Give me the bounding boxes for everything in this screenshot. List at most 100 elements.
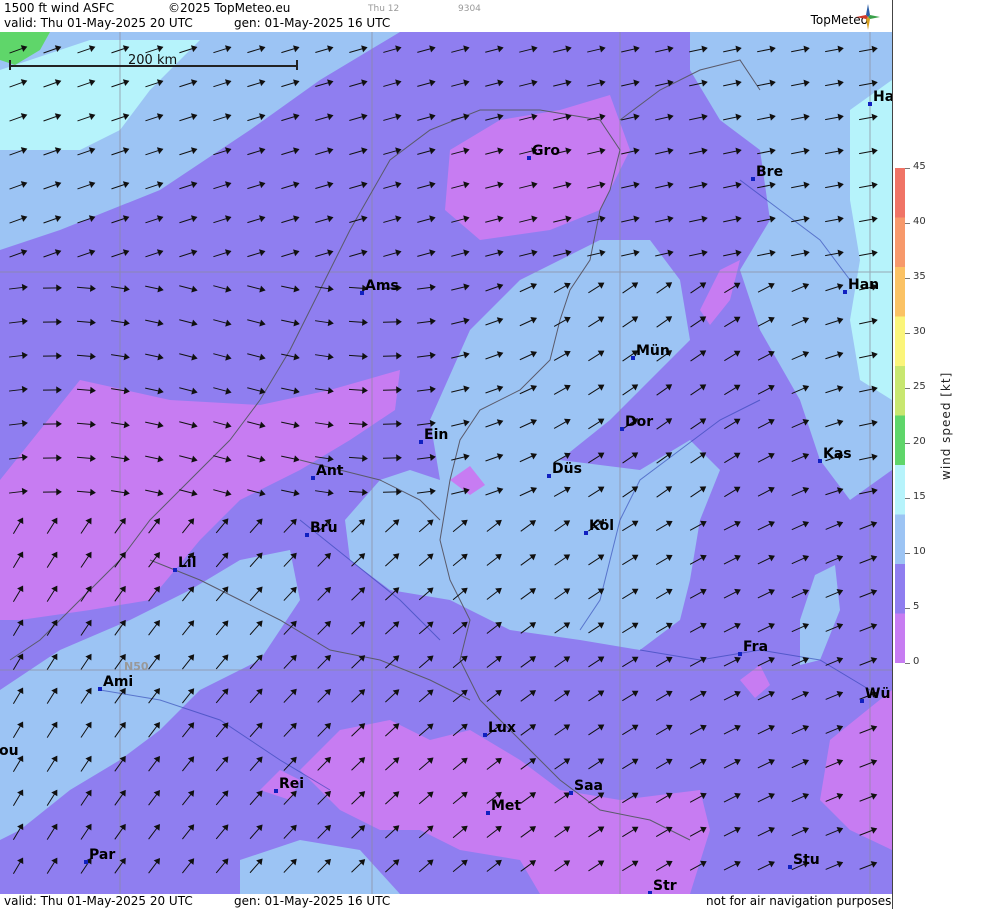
compass-logo-icon: [856, 4, 880, 30]
legend-tick-label: 35: [913, 271, 926, 282]
legend-tick: [905, 333, 910, 334]
scale-label: 200 km: [128, 53, 177, 68]
city-label: Lil: [178, 555, 197, 571]
city-label: Wü: [865, 686, 890, 702]
city-ou[interactable]: ou: [0, 743, 19, 760]
footer-valid-time: valid: Thu 01-May-2025 20 UTC: [4, 894, 193, 908]
city-label: Rei: [279, 776, 304, 792]
legend-tick-label: 30: [913, 326, 926, 337]
city-label: Ami: [103, 674, 133, 690]
city-ams[interactable]: Ams: [360, 278, 399, 295]
city-dot: [274, 789, 278, 793]
city-label: Mün: [636, 343, 670, 359]
city-dot: [483, 733, 487, 737]
legend-tick-label: 10: [913, 546, 926, 557]
footer-gen-time: gen: 01-May-2025 16 UTC: [234, 894, 391, 908]
city-label: Köl: [589, 518, 614, 534]
city-dot: [84, 860, 88, 864]
city-dot: [98, 687, 102, 691]
city-han[interactable]: Han: [843, 277, 879, 294]
legend-tick: [905, 388, 910, 389]
city-köl[interactable]: Köl: [584, 518, 614, 535]
city-dot: [868, 102, 872, 106]
city-label: Düs: [552, 461, 582, 477]
city-düs[interactable]: Düs: [547, 461, 582, 478]
latitude-label: N50: [124, 660, 149, 673]
city-ein[interactable]: Ein: [419, 427, 448, 444]
legend-tick: [905, 608, 910, 609]
legend-tick: [905, 553, 910, 554]
wind-map[interactable]: 200 km N50 Ha Gro Bre Han Ams Mün Ein Dor Kas Ant…: [0, 32, 892, 894]
city-dot: [173, 568, 177, 572]
legend-tick: [905, 278, 910, 279]
legend-tick-label: 20: [913, 436, 926, 447]
legend-tick: [905, 498, 910, 499]
city-bru[interactable]: Bru: [305, 520, 338, 537]
city-dot: [751, 177, 755, 181]
city-bre[interactable]: Bre: [751, 164, 783, 181]
city-rei[interactable]: Rei: [274, 776, 304, 793]
legend-title: wind speed [kt]: [939, 371, 953, 480]
city-label: ou: [0, 743, 19, 759]
legend-tick: [905, 663, 910, 664]
city-met[interactable]: Met: [486, 798, 521, 815]
legend-tick: [905, 443, 910, 444]
city-label: Ha: [873, 89, 892, 105]
city-label: Han: [848, 277, 879, 293]
city-dot: [486, 811, 490, 815]
city-dor[interactable]: Dor: [620, 414, 653, 431]
city-dot: [527, 156, 531, 160]
city-label: Bre: [756, 164, 783, 180]
city-dot: [631, 356, 635, 360]
city-fra[interactable]: Fra: [738, 639, 768, 656]
city-dot: [788, 865, 792, 869]
city-label: Ein: [424, 427, 448, 443]
legend-tick-label: 25: [913, 381, 926, 392]
city-ant[interactable]: Ant: [311, 463, 344, 480]
city-label: Gro: [532, 143, 560, 159]
color-scale-bar: [895, 168, 905, 663]
city-dot: [569, 791, 573, 795]
city-stu[interactable]: Stu: [788, 852, 820, 869]
legend-tick-label: 0: [913, 656, 920, 667]
city-lux[interactable]: Lux: [483, 720, 516, 737]
city-label: Stu: [793, 852, 820, 868]
legend-tick: [905, 223, 910, 224]
code-label: 9304: [458, 4, 481, 14]
city-label: Lux: [488, 720, 516, 736]
city-ami[interactable]: Ami: [98, 674, 133, 691]
legend-tick-label: 40: [913, 216, 926, 227]
city-dot: [360, 291, 364, 295]
city-gro[interactable]: Gro: [527, 143, 560, 160]
city-dot: [843, 290, 847, 294]
city-dot: [738, 652, 742, 656]
city-label: Par: [89, 847, 115, 863]
city-dot: [419, 440, 423, 444]
city-dot: [620, 427, 624, 431]
city-label: Bru: [310, 520, 338, 536]
city-saa[interactable]: Saa: [569, 778, 603, 795]
city-label: Saa: [574, 778, 603, 794]
legend-tick-label: 5: [913, 601, 920, 612]
legend-tick: [905, 168, 910, 169]
copyright-text: ©2025 TopMeteo.eu: [168, 1, 291, 15]
legend-tick-label: 45: [913, 161, 926, 172]
city-dot: [547, 474, 551, 478]
city-dot: [584, 531, 588, 535]
city-str[interactable]: Str: [648, 878, 677, 894]
disclaimer-text: not for air navigation purposes: [706, 894, 892, 908]
city-dot: [311, 476, 315, 480]
city-dot: [860, 699, 864, 703]
map-header: 1500 ft wind ASFC ©2025 TopMeteo.eu Thu …: [0, 0, 892, 32]
city-mün[interactable]: Mün: [631, 343, 670, 360]
city-label: Met: [491, 798, 521, 814]
city-wü[interactable]: Wü: [860, 686, 890, 703]
city-kas[interactable]: Kas: [818, 446, 852, 463]
city-label: Str: [653, 878, 677, 894]
wind-speed-legend: 45 40 35 30 25 20 15 10 5 0 wind speed [kt]: [892, 0, 983, 909]
city-label: Fra: [743, 639, 768, 655]
city-par[interactable]: Par: [84, 847, 115, 864]
gen-time: gen: 01-May-2025 16 UTC: [234, 16, 391, 30]
city-label: Kas: [823, 446, 852, 462]
map-footer: valid: Thu 01-May-2025 20 UTC gen: 01-Ma…: [0, 894, 892, 909]
